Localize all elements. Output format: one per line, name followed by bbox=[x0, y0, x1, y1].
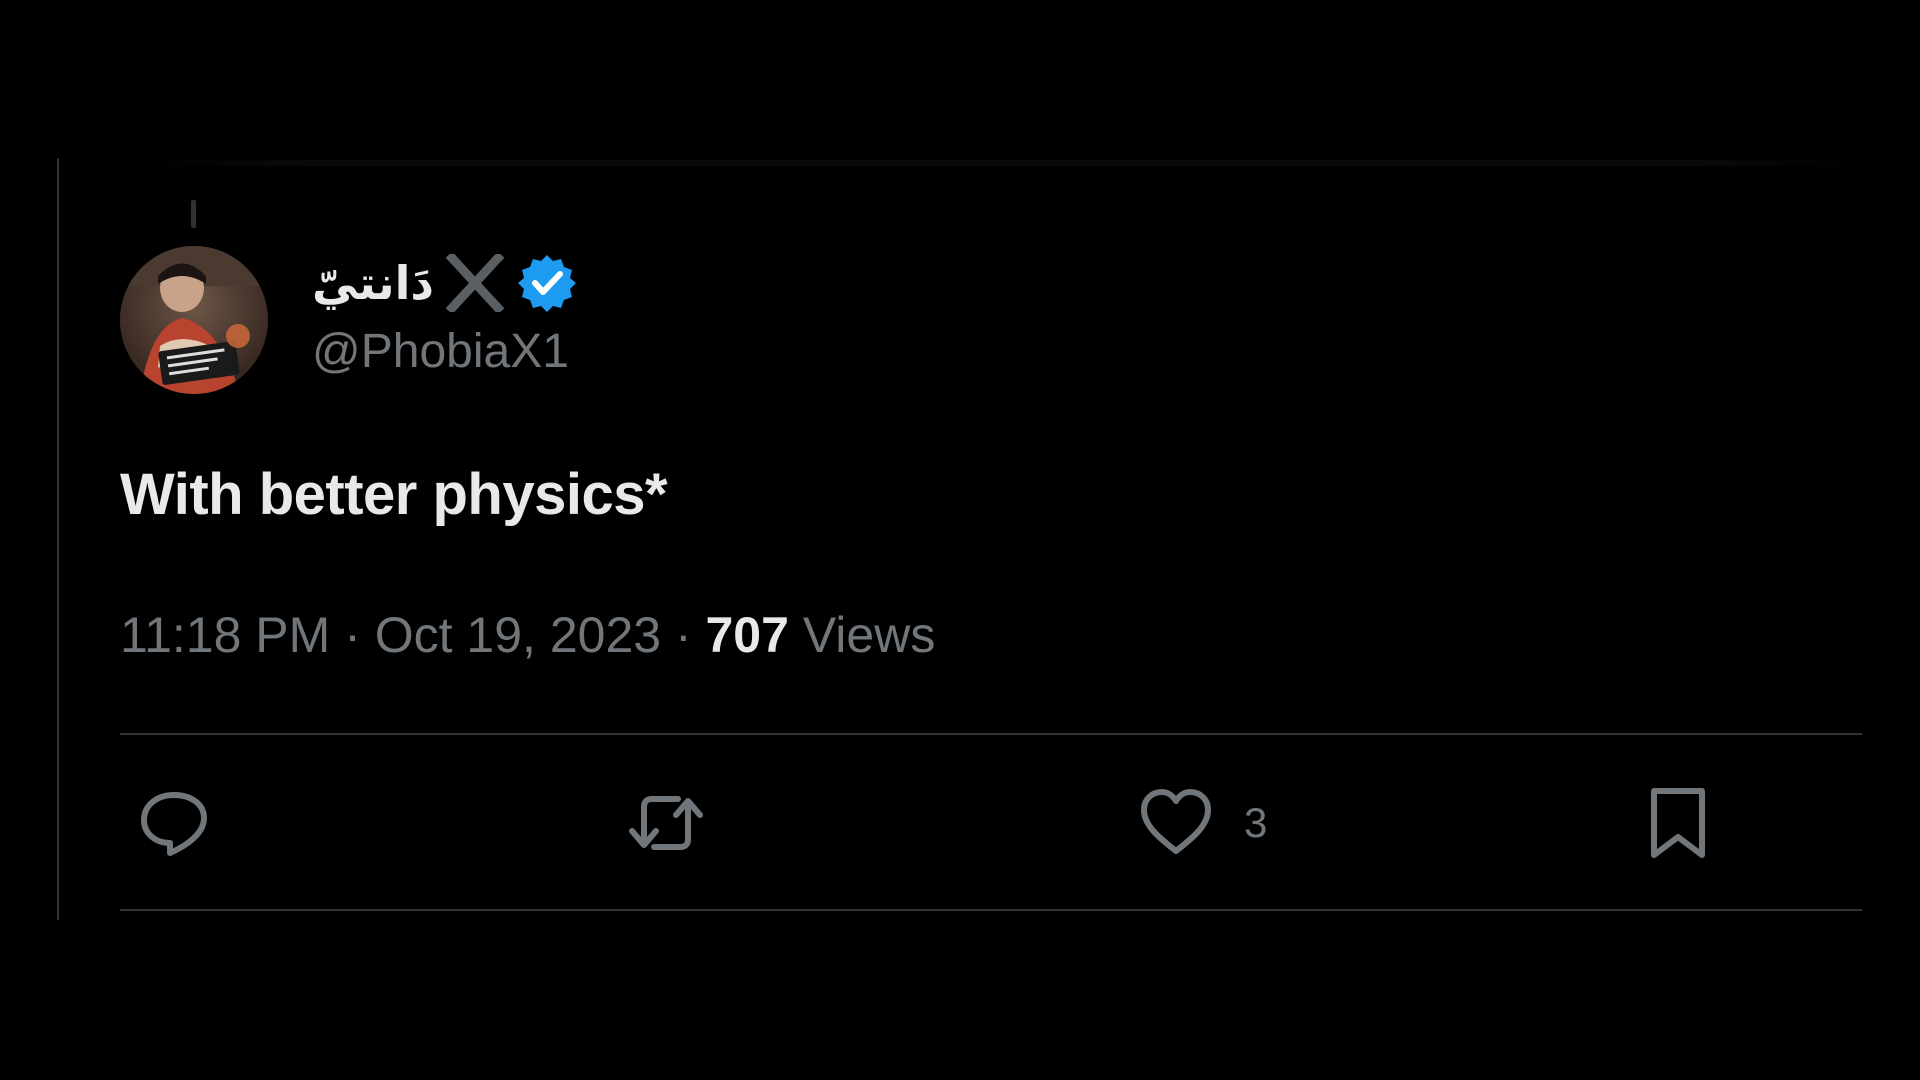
tweet-time[interactable]: 11:18 PM bbox=[120, 607, 330, 663]
retweet-icon bbox=[629, 796, 703, 850]
tweet-date[interactable]: Oct 19, 2023 bbox=[375, 607, 661, 663]
like-button[interactable]: 3 bbox=[1138, 778, 1267, 868]
heart-icon bbox=[1141, 789, 1211, 854]
avatar[interactable] bbox=[120, 246, 268, 394]
meta-separator: · bbox=[661, 607, 706, 663]
bookmark-button[interactable] bbox=[1640, 778, 1716, 868]
top-fade bbox=[140, 160, 1860, 166]
tweet-action-bar: 3 bbox=[120, 778, 1862, 868]
profile-photo bbox=[120, 246, 268, 394]
thread-line bbox=[57, 158, 59, 920]
tweet-text: With better physics* bbox=[120, 462, 668, 527]
meta-separator: · bbox=[330, 607, 375, 663]
display-name[interactable]: دَانتيّ bbox=[312, 260, 434, 306]
reply-icon bbox=[141, 792, 207, 856]
reply-connector bbox=[191, 200, 196, 228]
views-count: 707 bbox=[705, 607, 789, 663]
tweet-meta: 11:18 PM · Oct 19, 2023 · 707 Views bbox=[120, 605, 935, 665]
author-name-row: دَانتيّ bbox=[312, 250, 578, 316]
divider bbox=[120, 909, 1862, 911]
retweet-button[interactable] bbox=[628, 778, 704, 868]
tweet-detail-view: دَانتيّ @PhobiaX1 With better physics* 1… bbox=[0, 0, 1920, 1080]
x-icon bbox=[445, 254, 504, 312]
bookmark-icon bbox=[1651, 788, 1705, 858]
views-label: Views bbox=[802, 607, 936, 663]
author-handle[interactable]: @PhobiaX1 bbox=[312, 328, 569, 376]
verified-badge-icon[interactable] bbox=[516, 252, 578, 314]
divider bbox=[120, 733, 1862, 735]
reply-button[interactable] bbox=[136, 778, 212, 868]
like-count: 3 bbox=[1244, 799, 1268, 846]
